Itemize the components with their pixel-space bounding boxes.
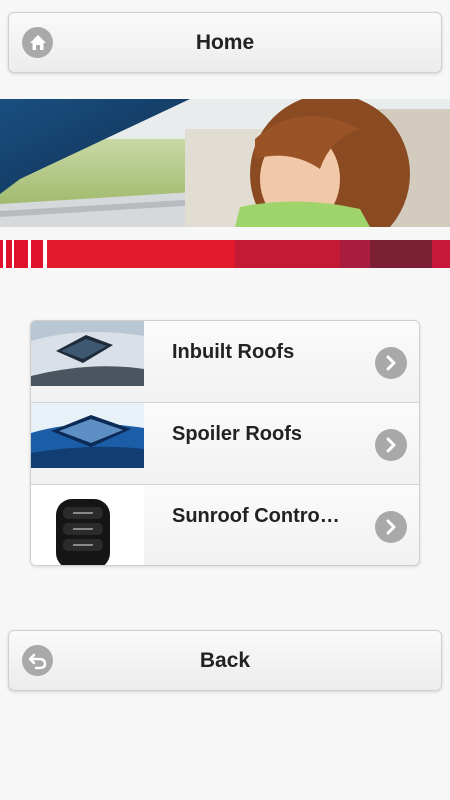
banner-image — [0, 99, 450, 227]
home-button[interactable]: Home — [8, 12, 442, 73]
list-item-label: Sunroof Contro… — [172, 505, 340, 527]
list-item-sunroof-control[interactable]: Sunroof Contro… — [31, 485, 419, 565]
decorative-stripe — [0, 240, 450, 268]
list-item-spoiler-roofs[interactable]: Spoiler Roofs — [31, 403, 419, 485]
list-item-label: Inbuilt Roofs — [172, 341, 295, 363]
spoiler-roof-thumbnail — [31, 403, 144, 468]
list-item-inbuilt-roofs[interactable]: Inbuilt Roofs — [31, 321, 419, 403]
home-button-label: Home — [195, 30, 255, 54]
sunroof-remote-thumbnail — [31, 485, 144, 565]
chevron-right-icon — [375, 429, 407, 461]
back-arrow-icon — [22, 645, 53, 676]
list-item-label: Spoiler Roofs — [172, 423, 303, 445]
menu-list: Inbuilt Roofs Spoiler Roofs Sunroof Cont… — [30, 320, 420, 566]
chevron-right-icon — [375, 347, 407, 379]
home-icon — [22, 27, 53, 58]
back-button[interactable]: Back — [8, 630, 442, 691]
back-button-label: Back — [199, 648, 251, 672]
chevron-right-icon — [375, 511, 407, 543]
inbuilt-roof-thumbnail — [31, 321, 144, 386]
